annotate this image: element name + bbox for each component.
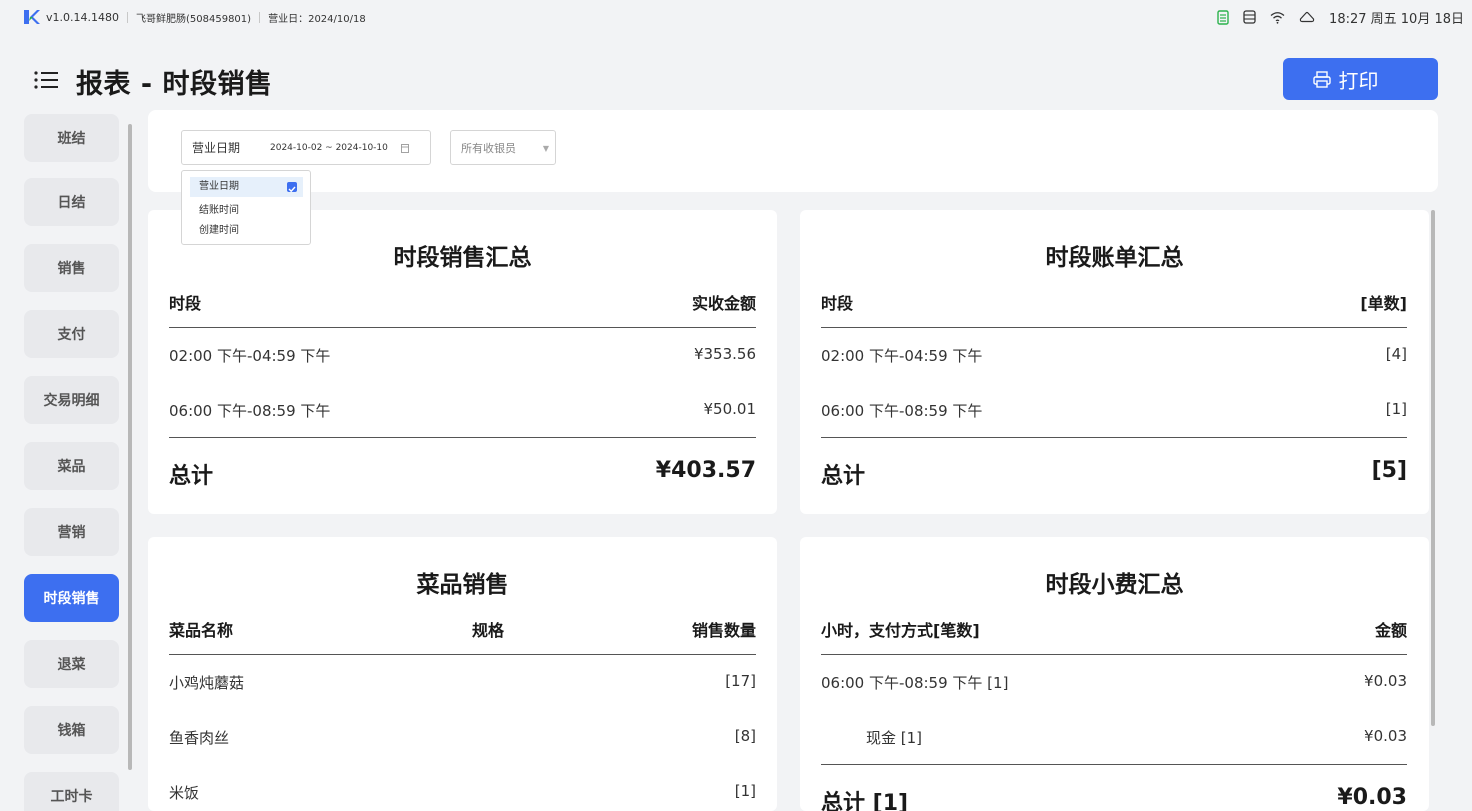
column-header: 时段: [169, 294, 202, 313]
page-title: 报表 - 时段销售: [76, 69, 273, 100]
app-version: v1.0.14.1480: [46, 10, 119, 24]
date-type-select[interactable]: 营业日期: [192, 139, 270, 156]
date-type-option[interactable]: 创建时间: [190, 221, 303, 241]
sidebar-item-timecard[interactable]: 工时卡: [24, 772, 119, 811]
sidebar-item-cash-drawer[interactable]: 钱箱: [24, 706, 119, 754]
battery-icon: [1217, 9, 1229, 25]
divider: [821, 764, 1407, 765]
total-label: 总计 [1]: [821, 791, 909, 811]
dish-qty: [8]: [734, 727, 756, 745]
date-filter[interactable]: 营业日期 2024-10-02 ~ 2024-10-10: [181, 130, 431, 165]
page-header: 报表 - 时段销售 打印: [0, 56, 1472, 104]
total-value: ¥403.57: [655, 458, 756, 483]
tip-period-label: 06:00 下午-08:59 下午 [1]: [821, 674, 1009, 692]
column-header: 时段: [821, 294, 854, 313]
content-scrollbar[interactable]: [1431, 210, 1435, 726]
amount-value: ¥50.01: [703, 400, 757, 418]
tip-amount: ¥0.03: [1364, 672, 1407, 690]
status-bar: v1.0.14.1480 飞哥鲜肥肠(508459801) 营业日：2024/1…: [0, 0, 1472, 34]
column-header: 菜品名称: [169, 621, 234, 640]
sidebar-item-shift[interactable]: 班结: [24, 114, 119, 162]
option-label: 结账时间: [199, 205, 239, 216]
print-button[interactable]: 打印: [1283, 58, 1438, 100]
dish-name: 米饭: [169, 784, 200, 802]
divider: [821, 654, 1407, 655]
divider: [169, 654, 756, 655]
bill-summary-card: 时段账单汇总 时段 [单数] 02:00 下午-04:59 下午 [4] 06:…: [800, 210, 1429, 514]
divider: [169, 327, 756, 328]
wifi-icon: [1270, 11, 1285, 24]
dish-sales-card: 菜品销售 菜品名称 规格 销售数量 小鸡炖蘑菇 [17] 鱼香肉丝 [8] 米饭…: [148, 537, 777, 811]
column-header: 金额: [1374, 621, 1407, 640]
sidebar-item-sales[interactable]: 销售: [24, 244, 119, 292]
sidebar-item-returns[interactable]: 退菜: [24, 640, 119, 688]
chevron-down-icon: ▼: [542, 144, 549, 153]
count-value: [4]: [1385, 345, 1407, 363]
total-label: 总计: [169, 464, 214, 489]
option-label: 营业日期: [199, 181, 239, 192]
total-value: ¥0.03: [1337, 785, 1407, 810]
app-logo-icon: [24, 10, 40, 24]
store-name: 飞哥鲜肥肠(508459801): [136, 13, 252, 25]
printer-icon: [1312, 70, 1331, 88]
divider: [259, 11, 261, 23]
period-label: 02:00 下午-04:59 下午: [169, 347, 331, 365]
sidebar-item-daily[interactable]: 日结: [24, 178, 119, 226]
amount-value: ¥353.56: [693, 345, 756, 363]
sales-summary-card: 时段销售汇总 时段 实收金额 02:00 下午-04:59 下午 ¥353.56…: [148, 210, 777, 514]
column-header: 小时，支付方式[笔数]: [821, 621, 980, 640]
cashier-select-value: 所有收银员: [461, 141, 516, 155]
date-type-dropdown: 营业日期 结账时间 创建时间: [181, 170, 311, 245]
database-icon: [1243, 10, 1256, 24]
divider: [821, 327, 1407, 328]
period-label: 06:00 下午-08:59 下午: [169, 402, 331, 420]
card-title: 时段账单汇总: [1045, 245, 1184, 271]
print-label: 打印: [1338, 68, 1379, 93]
period-label: 02:00 下午-04:59 下午: [821, 347, 983, 365]
divider: [127, 11, 128, 23]
dish-name: 鱼香肉丝: [169, 729, 230, 747]
dish-qty: [17]: [725, 672, 756, 690]
checkbox-checked-icon: [287, 182, 297, 193]
report-sidebar: 班结 日结 销售 支付 交易明细 菜品 营销 时段销售 退菜 钱箱 工时卡: [0, 110, 140, 811]
divider: [169, 437, 756, 438]
sidebar-item-payment[interactable]: 支付: [24, 310, 119, 358]
sidebar-item-period-sales[interactable]: 时段销售: [24, 574, 119, 622]
column-header: [单数]: [1360, 294, 1407, 313]
card-title: 菜品销售: [416, 572, 509, 598]
count-value: [1]: [1385, 400, 1407, 418]
date-type-option[interactable]: 营业日期: [190, 177, 303, 197]
total-value: [5]: [1371, 458, 1407, 483]
cashier-select[interactable]: 所有收银员 ▼: [450, 130, 556, 165]
period-label: 06:00 下午-08:59 下午: [821, 402, 983, 420]
tip-amount: ¥0.03: [1364, 727, 1407, 745]
divider: [821, 437, 1407, 438]
tip-summary-card: 时段小费汇总 小时，支付方式[笔数] 金额 06:00 下午-08:59 下午 …: [800, 537, 1429, 811]
cloud-icon: [1299, 11, 1315, 23]
sidebar-item-marketing[interactable]: 营销: [24, 508, 119, 556]
dish-name: 小鸡炖蘑菇: [169, 674, 245, 692]
column-header: 实收金额: [691, 294, 756, 313]
sidebar-item-dishes[interactable]: 菜品: [24, 442, 119, 490]
clock: 18:27 周五 10月 18日: [1329, 11, 1464, 27]
column-header: 规格: [472, 621, 505, 640]
column-header: 销售数量: [691, 621, 756, 640]
option-label: 创建时间: [199, 225, 239, 236]
dish-qty: [1]: [734, 782, 756, 800]
payment-method-label: 现金 [1]: [866, 729, 923, 747]
card-title: 时段小费汇总: [1045, 572, 1184, 598]
business-day: 营业日：2024/10/18: [268, 13, 366, 25]
calendar-icon[interactable]: [400, 143, 409, 153]
menu-icon[interactable]: [33, 69, 59, 91]
sidebar-item-transactions[interactable]: 交易明细: [24, 376, 119, 424]
sidebar-scrollbar[interactable]: [128, 124, 132, 770]
date-range-input[interactable]: 2024-10-02 ~ 2024-10-10: [270, 143, 388, 153]
date-type-option[interactable]: 结账时间: [190, 201, 303, 221]
total-label: 总计: [821, 464, 866, 489]
